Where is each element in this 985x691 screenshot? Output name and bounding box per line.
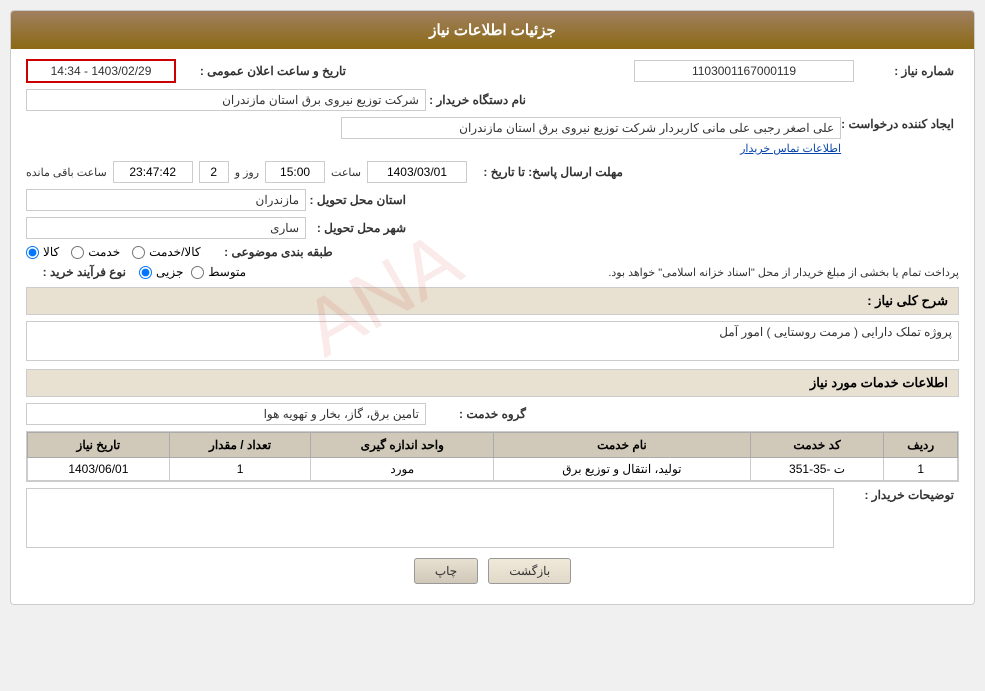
cell-radif: 1 [884,458,958,481]
table-row: 1ت -35-351تولید، انتقال و توزیع برقمورد1… [28,458,958,481]
namDastgah-value: شرکت توزیع نیروی برق استان مازندران [26,89,426,111]
col-tarikh: تاریخ نیاز [28,433,170,458]
back-button[interactable]: بازگشت [488,558,571,584]
radio-jozvi[interactable] [139,266,152,279]
page-title: جزئیات اطلاعات نیاز [11,11,974,49]
col-nam: نام خدمت [494,433,750,458]
ijadKonande-value: علی اصغر رجبی علی مانی کاربردار شرکت توز… [341,117,841,139]
tozihat-label: توضیحات خریدار : [834,488,954,502]
saat-label: ساعت [331,166,361,179]
tozihat-value [26,488,834,548]
radio-jozvi-group[interactable]: جزیی [139,265,183,279]
ostan-value: مازندران [26,189,306,211]
gorohKhedmat-label: گروه خدمت : [426,407,526,421]
sharhKoli-label: شرح کلی نیاز : [867,293,948,308]
radio-motevaset[interactable] [191,266,204,279]
khadamat-section-header: اطلاعات خدمات مورد نیاز [26,369,959,397]
radio-jozvi-label: جزیی [156,265,183,279]
ijadKonande-label: ایجاد کننده درخواست : [841,117,954,131]
shomareNiaz-label: شماره نیاز : [854,64,954,78]
shahr-label: شهر محل تحویل : [306,221,406,235]
services-table: ردیف کد خدمت نام خدمت واحد اندازه گیری ت… [27,432,958,481]
radio-khedmat-label: خدمت [88,245,120,259]
col-vahed: واحد اندازه گیری [311,433,494,458]
khadamat-header-text: اطلاعات خدمات مورد نیاز [810,375,948,390]
rooz-field: 2 [199,161,229,183]
ostan-label: استان محل تحویل : [306,193,406,207]
radio-kala-label: کالا [43,245,59,259]
rooz-label: روز و [235,166,259,179]
radio-khedmat[interactable] [71,246,84,259]
radio-kala-khedmat-label: کالا/خدمت [149,245,200,259]
col-tedad: تعداد / مقدار [169,433,311,458]
mohlat-label: مهلت ارسال پاسخ: تا تاریخ : [473,165,623,179]
baghimande-label: ساعت باقی مانده [26,166,107,179]
cell-kodKhedmat: ت -35-351 [750,458,884,481]
cell-namKhedmat: تولید، انتقال و توزیع برق [494,458,750,481]
services-table-container: ردیف کد خدمت نام خدمت واحد اندازه گیری ت… [26,431,959,482]
button-row: بازگشت چاپ [26,558,959,584]
radio-motevaset-label: متوسط [208,265,246,279]
cell-tarikh: 1403/06/01 [28,458,170,481]
tarikh-field: 1403/03/01 [367,161,467,183]
tarikh-elan-label: تاریخ و ساعت اعلان عمومی : [176,64,346,78]
ettelaat-link[interactable]: اطلاعات تماس خریدار [26,142,841,155]
purchase-note: پرداخت تمام یا بخشی از مبلغ خریدار از مح… [254,266,959,279]
radio-kala-khedmat[interactable] [132,246,145,259]
sharhKoli-value: پروژه تملک دارایی ( مرمت روستایی ) امور … [26,321,959,361]
tarikh-elan-value: 1403/02/29 - 14:34 [26,59,176,83]
radio-motevaset-group[interactable]: متوسط [191,265,246,279]
tabagheBandi-label: طبقه بندی موضوعی : [213,245,333,259]
cell-tedad: 1 [169,458,311,481]
col-kod: کد خدمت [750,433,884,458]
shomareNiaz-value: 1103001167000119 [634,60,854,82]
shahr-value: ساری [26,217,306,239]
radio-khedmat-group[interactable]: خدمت [71,245,120,259]
baghimande-field: 23:47:42 [113,161,193,183]
noeFarayand-label: نوع فرآیند خرید : [26,265,126,279]
gorohKhedmat-value: تامین برق، گاز، بخار و تهویه هوا [26,403,426,425]
cell-vahed: مورد [311,458,494,481]
radio-kala-group[interactable]: کالا [26,245,59,259]
radio-kala-khedmat-group[interactable]: کالا/خدمت [132,245,200,259]
namDastgah-label: نام دستگاه خریدار : [426,93,526,107]
sharhKoli-section-header: شرح کلی نیاز : [26,287,959,315]
saat-field: 15:00 [265,161,325,183]
col-radif: ردیف [884,433,958,458]
radio-kala[interactable] [26,246,39,259]
print-button[interactable]: چاپ [414,558,478,584]
